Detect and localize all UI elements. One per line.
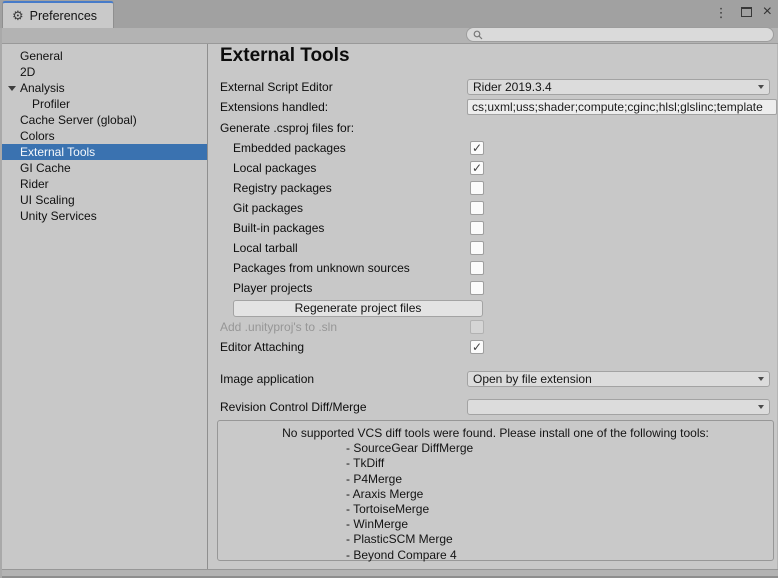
checkbox[interactable] — [470, 201, 484, 215]
sidebar-item-label: UI Scaling — [20, 193, 75, 207]
search-field[interactable] — [466, 27, 774, 42]
maximize-icon[interactable] — [741, 7, 752, 17]
sidebar-item-label: Unity Services — [20, 209, 97, 223]
sidebar-item[interactable]: 2D — [2, 64, 207, 80]
csproj-package-row: Packages from unknown sources — [208, 258, 778, 278]
checkbox[interactable] — [470, 161, 484, 175]
checkbox[interactable] — [470, 261, 484, 275]
sidebar-item-label: 2D — [20, 65, 35, 79]
csproj-package-row: Local tarball — [208, 238, 778, 258]
sidebar: General 2D Analysis Profiler Cache Serve… — [2, 44, 207, 569]
script-editor-dropdown[interactable]: Rider 2019.3.4 — [467, 79, 770, 95]
sidebar-item-label: Rider — [20, 177, 49, 191]
checkbox-label: Embedded packages — [233, 140, 346, 156]
vcs-tool-item: - P4Merge — [346, 472, 773, 487]
tab-title: Preferences — [30, 9, 97, 23]
csproj-checkbox-group: Embedded packages Local packages Registr… — [208, 138, 778, 298]
sidebar-item[interactable]: UI Scaling — [2, 192, 207, 208]
sidebar-item-label: General — [20, 49, 63, 63]
checkbox-label: Local tarball — [233, 240, 298, 256]
sidebar-item[interactable]: Colors — [2, 128, 207, 144]
vcs-tool-item: - TkDiff — [346, 456, 773, 471]
editor-attaching-checkbox[interactable] — [470, 340, 484, 354]
vcs-tool-item: - WinMerge — [346, 517, 773, 532]
search-input[interactable] — [487, 29, 767, 41]
csproj-package-row: Player projects — [208, 278, 778, 298]
window-controls: ⋮ × — [713, 0, 772, 24]
sidebar-item[interactable]: Profiler — [2, 96, 207, 112]
vcs-tool-item: - SourceGear DiffMerge — [346, 441, 773, 456]
checkbox[interactable] — [470, 181, 484, 195]
sidebar-item[interactable]: General — [2, 48, 207, 64]
window-menu-icon[interactable]: ⋮ — [713, 6, 730, 19]
sidebar-item[interactable]: External Tools — [2, 144, 207, 160]
vcs-tool-item: - Araxis Merge — [346, 487, 773, 502]
checkbox-label: Local packages — [233, 160, 316, 176]
vcs-tool-list: - SourceGear DiffMerge - TkDiff - P4Merg… — [218, 441, 773, 563]
checkbox-label: Player projects — [233, 280, 312, 296]
sidebar-divider — [207, 44, 208, 569]
sidebar-item[interactable]: Unity Services — [2, 208, 207, 224]
vcs-helpbox-message: No supported VCS diff tools were found. … — [218, 426, 773, 441]
image-application-dropdown[interactable]: Open by file extension — [467, 371, 770, 387]
gear-icon: ⚙ — [12, 9, 24, 22]
vcs-tool-item: - Beyond Compare 4 — [346, 548, 773, 563]
csproj-package-row: Built-in packages — [208, 218, 778, 238]
revision-control-label: Revision Control Diff/Merge — [220, 399, 367, 415]
left-edge — [0, 28, 2, 578]
checkbox[interactable] — [470, 141, 484, 155]
extensions-input[interactable]: cs;uxml;uss;shader;compute;cginc;hlsl;gl… — [467, 99, 777, 115]
checkbox-label: Packages from unknown sources — [233, 260, 410, 276]
vcs-helpbox: No supported VCS diff tools were found. … — [217, 420, 774, 561]
vcs-tool-item: - PlasticSCM Merge — [346, 532, 773, 547]
sidebar-item[interactable]: GI Cache — [2, 160, 207, 176]
editor-attaching-label: Editor Attaching — [220, 339, 304, 355]
search-icon — [473, 30, 483, 40]
sidebar-item-label: Profiler — [32, 97, 70, 111]
tab-preferences[interactable]: ⚙ Preferences — [2, 1, 114, 28]
checkbox[interactable] — [470, 281, 484, 295]
page-title: External Tools — [220, 45, 350, 67]
sidebar-item[interactable]: Rider — [2, 176, 207, 192]
revision-control-dropdown[interactable] — [467, 399, 770, 415]
checkbox[interactable] — [470, 221, 484, 235]
add-unityproj-checkbox — [470, 320, 484, 334]
csproj-package-row: Embedded packages — [208, 138, 778, 158]
generate-csproj-header: Generate .csproj files for: — [220, 120, 354, 136]
script-editor-label: External Script Editor — [220, 79, 333, 95]
preferences-window: ⚙ Preferences ⋮ × General 2D — [0, 0, 778, 578]
foldout-caret-icon[interactable] — [8, 86, 16, 91]
sidebar-item-label: Cache Server (global) — [20, 113, 137, 127]
checkbox[interactable] — [470, 241, 484, 255]
image-application-label: Image application — [220, 371, 314, 387]
vcs-tool-item: - TortoiseMerge — [346, 502, 773, 517]
checkbox-label: Registry packages — [233, 180, 332, 196]
csproj-package-row: Git packages — [208, 198, 778, 218]
close-icon[interactable]: × — [763, 4, 772, 20]
sidebar-item-label: GI Cache — [20, 161, 71, 175]
csproj-package-row: Local packages — [208, 158, 778, 178]
sidebar-item-label: Analysis — [20, 81, 65, 95]
csproj-package-row: Registry packages — [208, 178, 778, 198]
regenerate-project-files-button[interactable]: Regenerate project files — [233, 300, 483, 317]
checkbox-label: Built-in packages — [233, 220, 324, 236]
sidebar-item[interactable]: Cache Server (global) — [2, 112, 207, 128]
title-bar: ⚙ Preferences ⋮ × — [0, 0, 778, 28]
add-unityproj-label: Add .unityproj's to .sln — [220, 319, 337, 335]
sidebar-item[interactable]: Analysis — [2, 80, 207, 96]
checkbox-label: Git packages — [233, 200, 303, 216]
sidebar-item-label: Colors — [20, 129, 55, 143]
sidebar-item-label: External Tools — [20, 145, 95, 159]
extensions-label: Extensions handled: — [220, 99, 328, 115]
